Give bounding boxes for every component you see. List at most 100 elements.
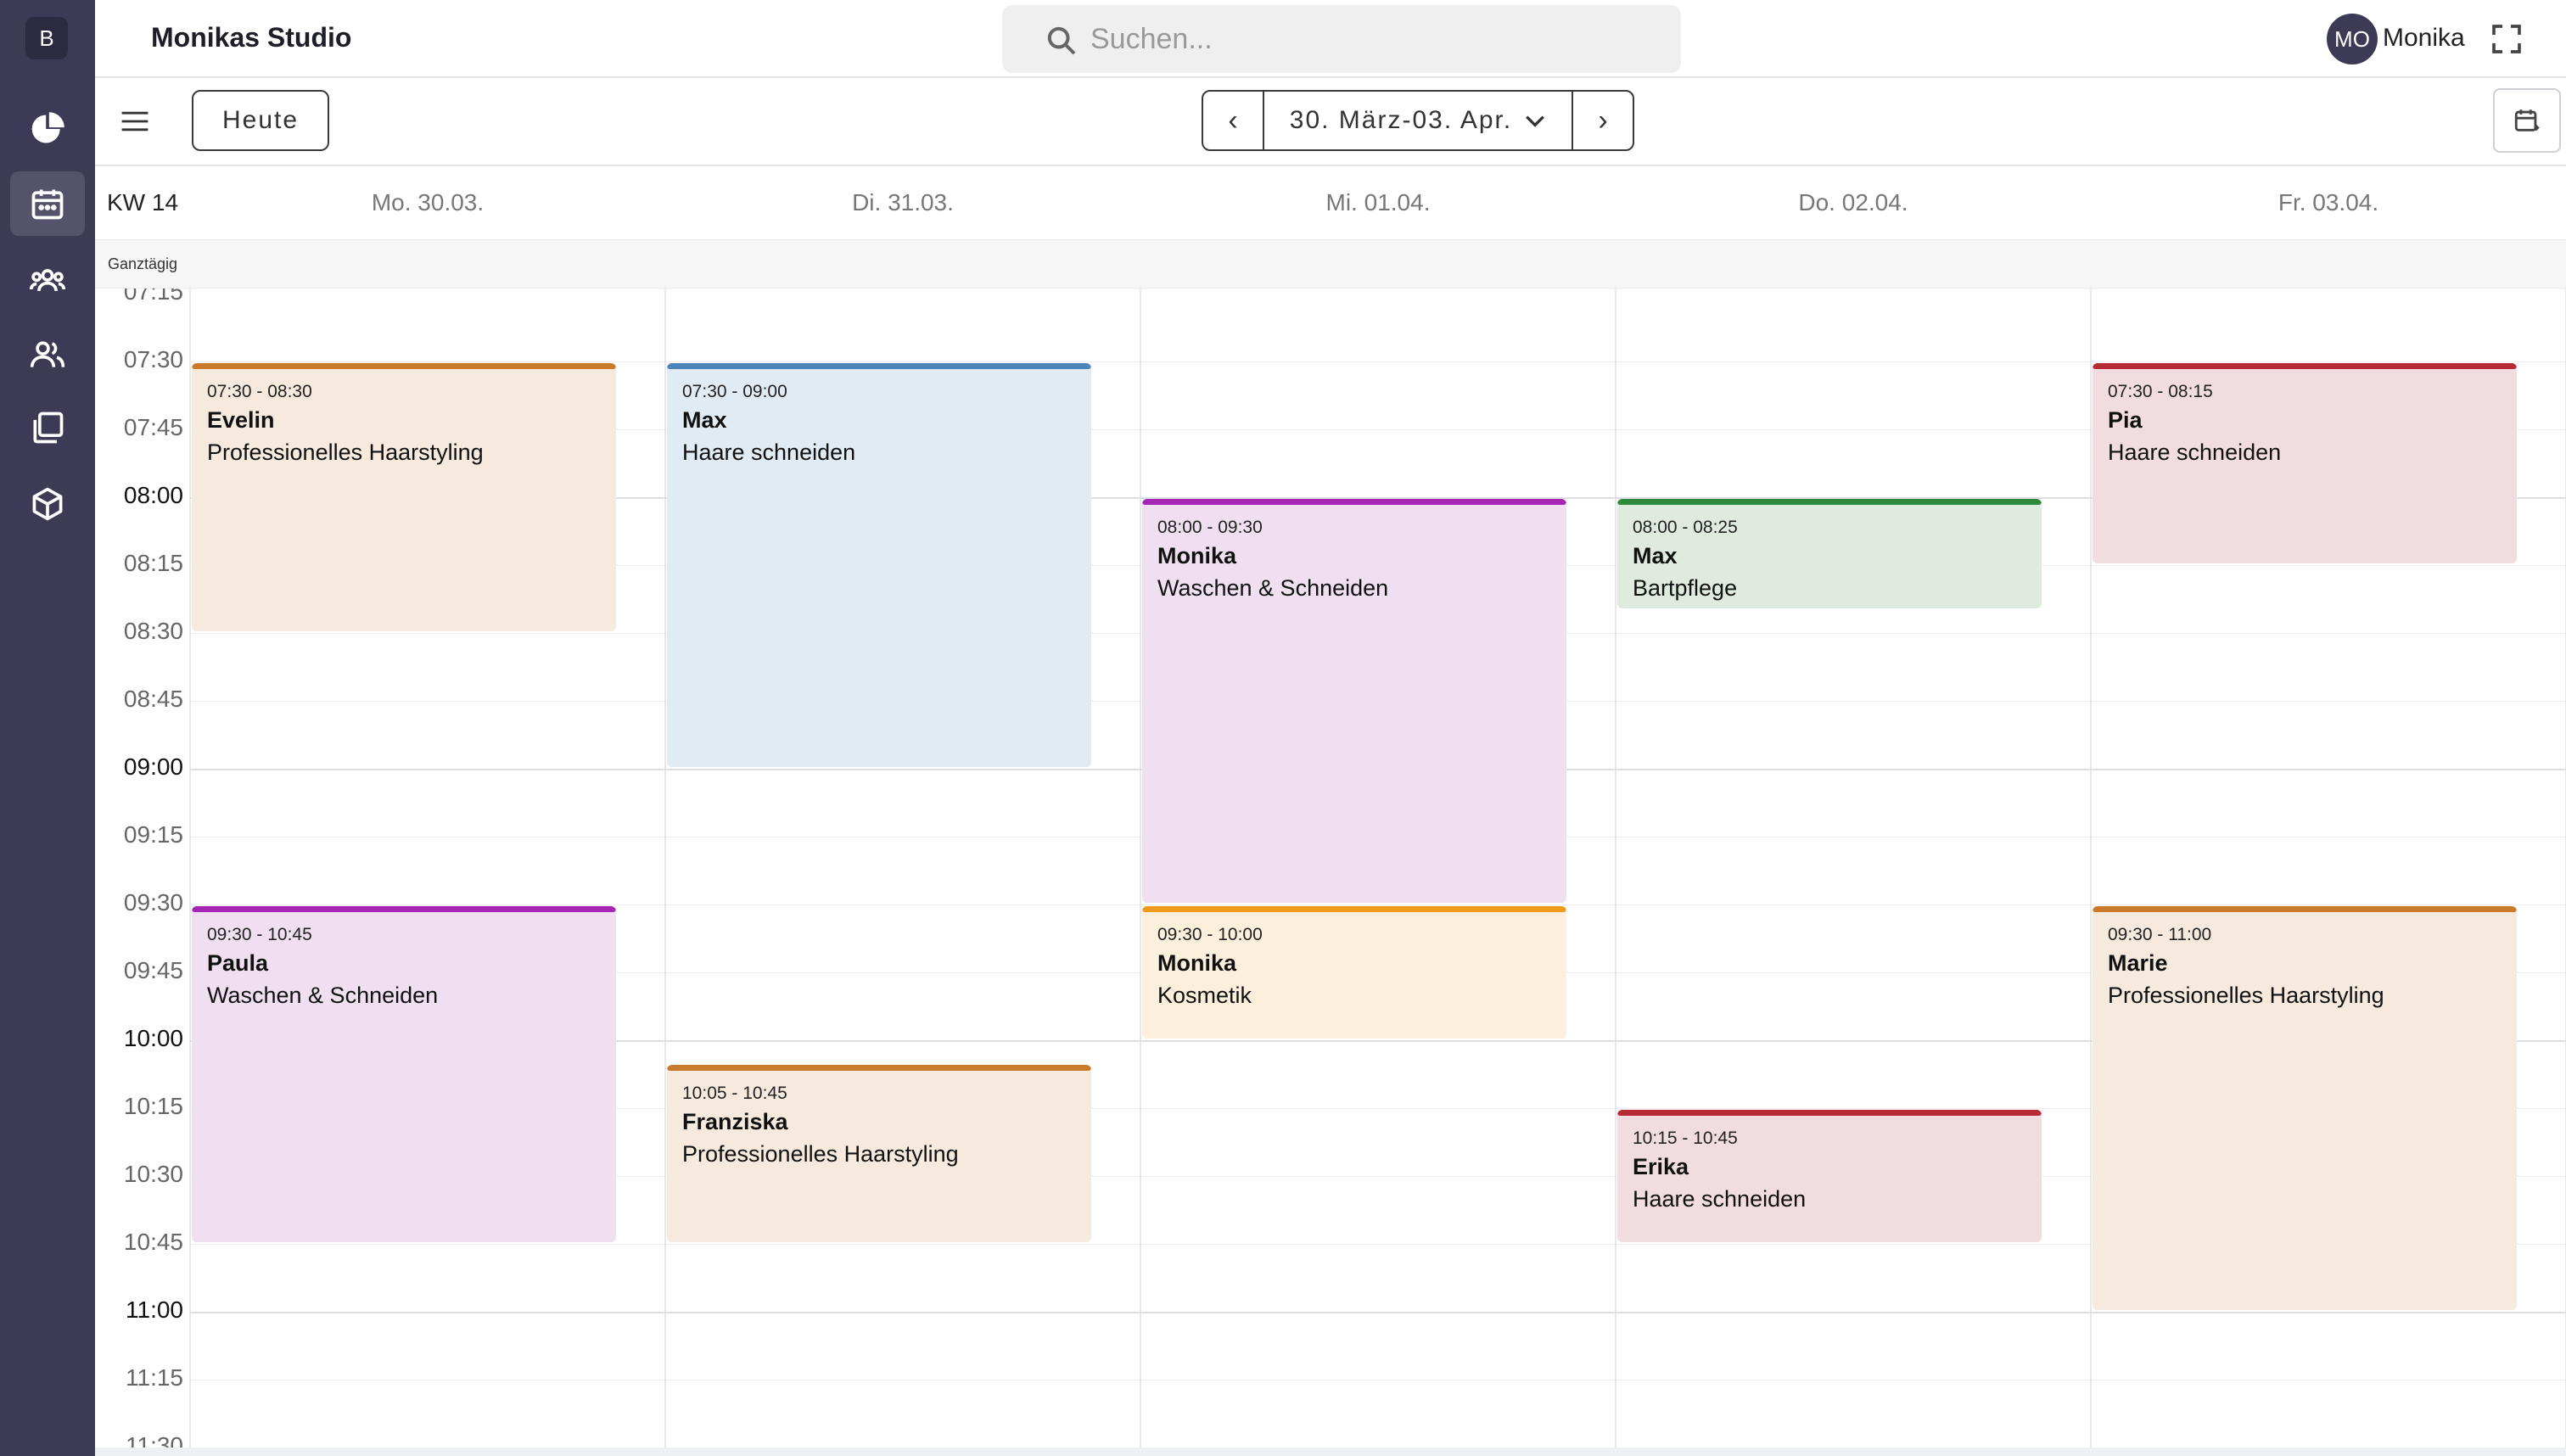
appointment-customer: Monika	[1157, 543, 1237, 568]
time-label: 08:45	[123, 686, 183, 712]
calendar-refresh-icon	[2514, 109, 2540, 132]
avatar[interactable]: MO	[2327, 14, 2378, 64]
user-name[interactable]: Monika	[2383, 24, 2465, 53]
nav-services[interactable]	[10, 395, 85, 460]
day-divider	[2090, 166, 2092, 1449]
appointment-color-bar	[1617, 1110, 2042, 1116]
nav-customers[interactable]	[10, 248, 85, 312]
time-label: 10:45	[123, 1229, 183, 1255]
search-icon	[1047, 26, 1076, 55]
appointment-customer: Franziska	[682, 1108, 788, 1134]
time-gridline	[190, 904, 2566, 905]
search-box[interactable]	[1002, 5, 1681, 73]
today-button[interactable]: Heute	[192, 90, 329, 151]
allday-row[interactable]	[95, 239, 2566, 288]
appointment-color-bar	[192, 363, 616, 369]
studio-name: Monikas Studio	[151, 22, 352, 53]
appointment-customer: Evelin	[207, 407, 275, 433]
appointment-service: Professionelles Haarstyling	[207, 440, 484, 465]
week-calendar: 07:15 07:30 07:45 08:00 08:15 08:30 08:45 09:00…	[95, 165, 2566, 1449]
time-label: 09:15	[123, 821, 183, 848]
next-week-button[interactable]: ›	[1572, 92, 1633, 149]
time-label: 09:30	[123, 889, 183, 916]
time-label: 10:15	[123, 1093, 183, 1119]
hamburger-icon	[121, 111, 148, 132]
horizontal-scrollbar[interactable]	[95, 1448, 2566, 1456]
date-navigator: ‹ 30. März-03. Apr. ›	[1202, 90, 1634, 151]
time-label: 10:00	[123, 1025, 183, 1051]
appointment-customer: Pia	[2108, 407, 2143, 433]
appointment-color-bar	[2093, 906, 2517, 912]
date-range-select[interactable]: 30. März-03. Apr.	[1264, 92, 1572, 149]
nav-calendar[interactable]	[10, 171, 85, 236]
appointment-customer: Paula	[207, 950, 269, 976]
allday-label: Ganztägig	[107, 255, 178, 272]
appointment-time: 10:05 - 10:45	[682, 1083, 787, 1103]
appointment-card[interactable]: 09:30 - 10:00 Monika Kosmetik	[1142, 906, 1566, 1039]
appointment-service: Waschen & Schneiden	[1157, 575, 1389, 601]
customers-icon	[29, 269, 66, 292]
time-gridline	[190, 1312, 2566, 1313]
appointment-card[interactable]: 09:30 - 10:45 Paula Waschen & Schneiden	[192, 906, 616, 1242]
search-input[interactable]	[1090, 17, 1650, 61]
prev-week-button[interactable]: ‹	[1203, 92, 1264, 149]
nav-team[interactable]	[10, 322, 85, 387]
fullscreen-icon[interactable]	[2490, 22, 2524, 56]
side-nav: B	[0, 0, 95, 1456]
appointment-time: 08:00 - 08:25	[1633, 518, 1738, 537]
appointment-color-bar	[1617, 499, 2042, 505]
appointment-time: 08:00 - 09:30	[1157, 518, 1263, 537]
day-header[interactable]: Mi. 01.04.	[1140, 166, 1616, 239]
appointment-color-bar	[1142, 499, 1566, 505]
appointment-service: Waschen & Schneiden	[207, 983, 439, 1008]
appointment-time: 09:30 - 10:45	[207, 925, 312, 944]
appointment-card[interactable]: 07:30 - 09:00 Max Haare schneiden	[667, 363, 1091, 767]
top-header: Monikas Studio MO Monika	[95, 0, 2566, 78]
appointment-card[interactable]: 10:15 - 10:45 Erika Haare schneiden	[1617, 1110, 2042, 1242]
time-gridline	[190, 361, 2566, 362]
appointment-card[interactable]: 10:05 - 10:45 Franziska Professionelles Ha…	[667, 1064, 1091, 1242]
time-label: 09:45	[123, 957, 183, 983]
appointment-customer: Erika	[1633, 1154, 1689, 1179]
nav-dashboard[interactable]	[10, 97, 85, 161]
appointment-time: 09:30 - 10:00	[1157, 925, 1263, 944]
time-label: 07:45	[123, 414, 183, 440]
calendar-settings-button[interactable]	[2493, 88, 2561, 153]
appointment-service: Haare schneiden	[682, 440, 856, 465]
appointment-customer: Max	[682, 407, 727, 433]
day-header[interactable]: Do. 02.04.	[1616, 166, 2091, 239]
chevron-down-icon	[1526, 115, 1545, 127]
nav-products[interactable]	[10, 472, 85, 536]
appointment-customer: Monika	[1157, 950, 1237, 976]
appointment-color-bar	[1142, 906, 1566, 912]
date-range-label: 30. März-03. Apr.	[1289, 106, 1513, 134]
time-label: 10:30	[123, 1161, 183, 1187]
day-header[interactable]: Fr. 03.04.	[2091, 166, 2566, 239]
cube-icon	[32, 487, 63, 521]
day-divider	[1615, 166, 1616, 1449]
appointment-card[interactable]: 08:00 - 09:30 Monika Waschen & Schneiden	[1142, 499, 1566, 903]
day-divider	[664, 166, 666, 1449]
appointment-color-bar	[192, 906, 616, 912]
pie-chart-icon	[31, 112, 64, 143]
day-divider	[1140, 166, 1141, 1449]
appointment-color-bar	[2093, 363, 2517, 369]
appointment-card[interactable]: 08:00 - 08:25 Max Bartpflege	[1617, 499, 2042, 609]
day-header[interactable]: Mo. 30.03.	[190, 166, 665, 239]
day-header[interactable]: Di. 31.03.	[665, 166, 1140, 239]
appointment-service: Kosmetik	[1157, 983, 1252, 1008]
time-label: 11:00	[126, 1296, 183, 1323]
appointment-card[interactable]: 07:30 - 08:15 Pia Haare schneiden	[2093, 363, 2517, 563]
day-divider	[189, 166, 191, 1449]
appointment-customer: Marie	[2108, 950, 2168, 976]
appointment-service: Professionelles Haarstyling	[2108, 983, 2384, 1008]
appointment-card[interactable]: 09:30 - 11:00 Marie Professionelles Haarst…	[2093, 906, 2517, 1310]
appointment-time: 07:30 - 08:30	[207, 382, 312, 401]
appointment-service: Haare schneiden	[2108, 440, 2282, 465]
team-icon	[30, 341, 65, 367]
brand-logo[interactable]: B	[25, 17, 68, 59]
menu-button[interactable]	[114, 100, 156, 143]
appointment-service: Bartpflege	[1633, 575, 1738, 601]
appointment-time: 07:30 - 09:00	[682, 382, 787, 401]
appointment-card[interactable]: 07:30 - 08:30 Evelin Professionelles Haars…	[192, 363, 616, 631]
